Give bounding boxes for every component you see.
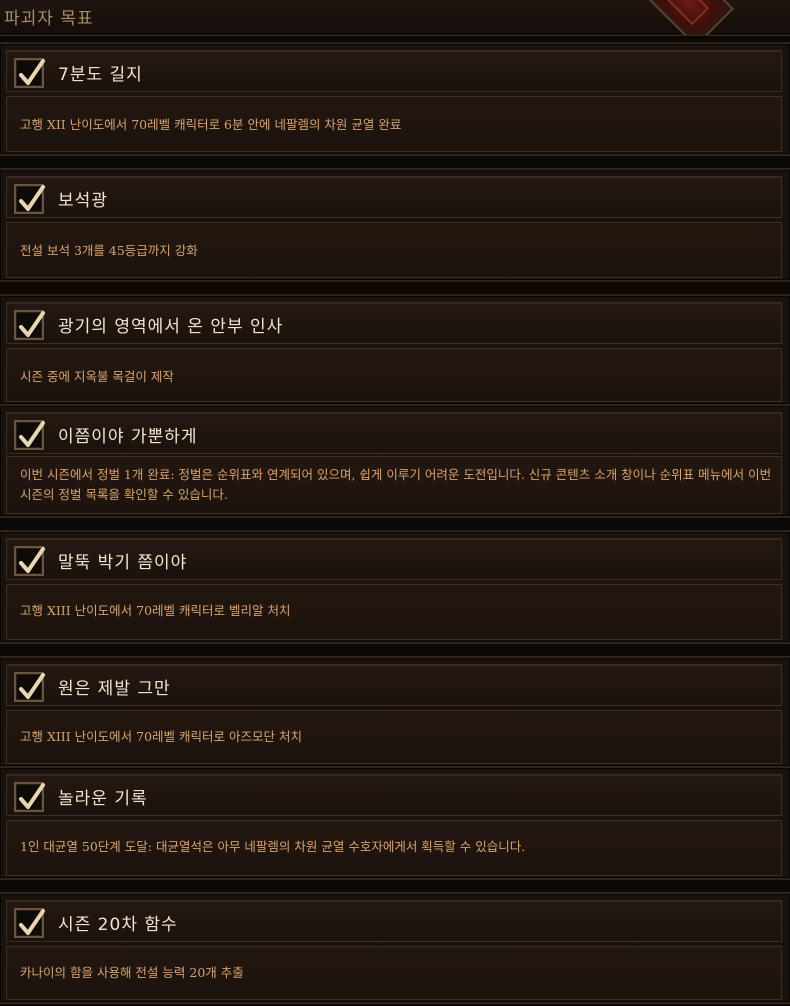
achievement-title-bar: 광기의 영역에서 온 안부 인사 bbox=[6, 302, 782, 344]
achievement-title: 원은 제발 그만 bbox=[58, 679, 171, 699]
checkmark-icon bbox=[19, 673, 45, 699]
checkmark-icon bbox=[19, 783, 45, 809]
achievement-title-bar: 보석광 bbox=[6, 176, 782, 218]
achievement-description-box: 카나이의 함을 사용해 전설 능력 20개 추출 bbox=[6, 946, 782, 1000]
achievement-description: 시즌 중에 지옥불 목걸이 제작 bbox=[20, 369, 174, 384]
achievement-title: 이쯤이야 가뿐하게 bbox=[58, 427, 198, 447]
achievement-title: 말뚝 박기 쯤이야 bbox=[58, 553, 188, 573]
achievement-title-bar: 놀라운 기록 bbox=[6, 774, 782, 816]
completed-checkbox[interactable] bbox=[14, 672, 45, 702]
checkmark-icon bbox=[19, 909, 45, 935]
completed-checkbox[interactable] bbox=[14, 184, 45, 214]
achievement-description: 이번 시즌에서 정벌 1개 완료: 정벌은 순위표와 연계되어 있으며, 쉽게 … bbox=[20, 467, 772, 502]
achievement-description: 고행 XIII 난이도에서 70레벨 캐릭터로 아즈모단 처치 bbox=[20, 729, 302, 744]
checkmark-icon bbox=[19, 185, 45, 211]
completed-checkbox[interactable] bbox=[14, 908, 45, 938]
achievement-card: 보석광 전설 보석 3개를 45등급까지 강화 bbox=[0, 168, 790, 282]
achievement-title-bar: 시즌 20차 함수 bbox=[6, 900, 782, 942]
achievement-card: 광기의 영역에서 온 안부 인사 시즌 중에 지옥불 목걸이 제작 bbox=[0, 294, 790, 406]
achievement-card: 말뚝 박기 쯤이야 고행 XIII 난이도에서 70레벨 캐릭터로 벨리알 처치 bbox=[0, 530, 790, 644]
achievement-card: 이쯤이야 가뿐하게 이번 시즌에서 정벌 1개 완료: 정벌은 순위표와 연계되… bbox=[0, 404, 790, 518]
achievement-card: 7분도 길지 고행 XII 난이도에서 70레벨 캐릭터로 6분 안에 네팔렘의… bbox=[0, 42, 790, 156]
achievement-description: 1인 대균열 50단계 도달: 대균열석은 아무 네팔렘의 차원 균열 수호자에… bbox=[20, 839, 526, 854]
completed-checkbox[interactable] bbox=[14, 546, 45, 576]
achievement-description-box: 고행 XII 난이도에서 70레벨 캐릭터로 6분 안에 네팔렘의 차원 균열 … bbox=[6, 96, 782, 152]
page-title: 파괴자 목표 bbox=[4, 9, 94, 29]
achievement-title: 시즌 20차 함수 bbox=[58, 915, 178, 935]
checkmark-icon bbox=[19, 421, 45, 447]
achievement-description: 고행 XII 난이도에서 70레벨 캐릭터로 6분 안에 네팔렘의 차원 균열 … bbox=[20, 117, 402, 132]
achievement-card: 시즌 20차 함수 카나이의 함을 사용해 전설 능력 20개 추출 bbox=[0, 892, 790, 1004]
achievement-card: 원은 제발 그만 고행 XIII 난이도에서 70레벨 캐릭터로 아즈모단 처치 bbox=[0, 656, 790, 768]
checkmark-icon bbox=[19, 311, 45, 337]
achievement-description-box: 이번 시즌에서 정벌 1개 완료: 정벌은 순위표와 연계되어 있으며, 쉽게 … bbox=[6, 456, 782, 514]
achievement-description-box: 전설 보석 3개를 45등급까지 강화 bbox=[6, 222, 782, 278]
achievement-title-bar: 7분도 길지 bbox=[6, 50, 782, 92]
achievement-description: 카나이의 함을 사용해 전설 능력 20개 추출 bbox=[20, 965, 244, 980]
achievement-description-box: 시즌 중에 지옥불 목걸이 제작 bbox=[6, 348, 782, 402]
achievement-title-bar: 이쯤이야 가뿐하게 bbox=[6, 412, 782, 454]
achievement-title: 보석광 bbox=[58, 191, 108, 211]
checkmark-icon bbox=[19, 547, 45, 573]
completed-checkbox[interactable] bbox=[14, 420, 45, 450]
completed-checkbox[interactable] bbox=[14, 58, 45, 88]
completed-checkbox[interactable] bbox=[14, 310, 45, 340]
achievement-description-box: 고행 XIII 난이도에서 70레벨 캐릭터로 벨리알 처치 bbox=[6, 584, 782, 640]
achievement-description-box: 고행 XIII 난이도에서 70레벨 캐릭터로 아즈모단 처치 bbox=[6, 710, 782, 764]
achievement-description: 고행 XIII 난이도에서 70레벨 캐릭터로 벨리알 처치 bbox=[20, 603, 291, 618]
achievement-title-bar: 원은 제발 그만 bbox=[6, 664, 782, 706]
achievement-title: 광기의 영역에서 온 안부 인사 bbox=[58, 317, 284, 337]
achievement-title-bar: 말뚝 박기 쯤이야 bbox=[6, 538, 782, 580]
achievement-description: 전설 보석 3개를 45등급까지 강화 bbox=[20, 243, 198, 258]
achievement-description-box: 1인 대균열 50단계 도달: 대균열석은 아무 네팔렘의 차원 균열 수호자에… bbox=[6, 820, 782, 876]
achievement-title: 놀라운 기록 bbox=[58, 789, 148, 809]
completed-checkbox[interactable] bbox=[14, 782, 45, 812]
achievement-card: 놀라운 기록 1인 대균열 50단계 도달: 대균열석은 아무 네팔렘의 차원 … bbox=[0, 766, 790, 880]
checkmark-icon bbox=[19, 59, 45, 85]
page-header: 파괴자 목표 bbox=[0, 0, 790, 36]
achievement-title: 7분도 길지 bbox=[58, 65, 143, 85]
